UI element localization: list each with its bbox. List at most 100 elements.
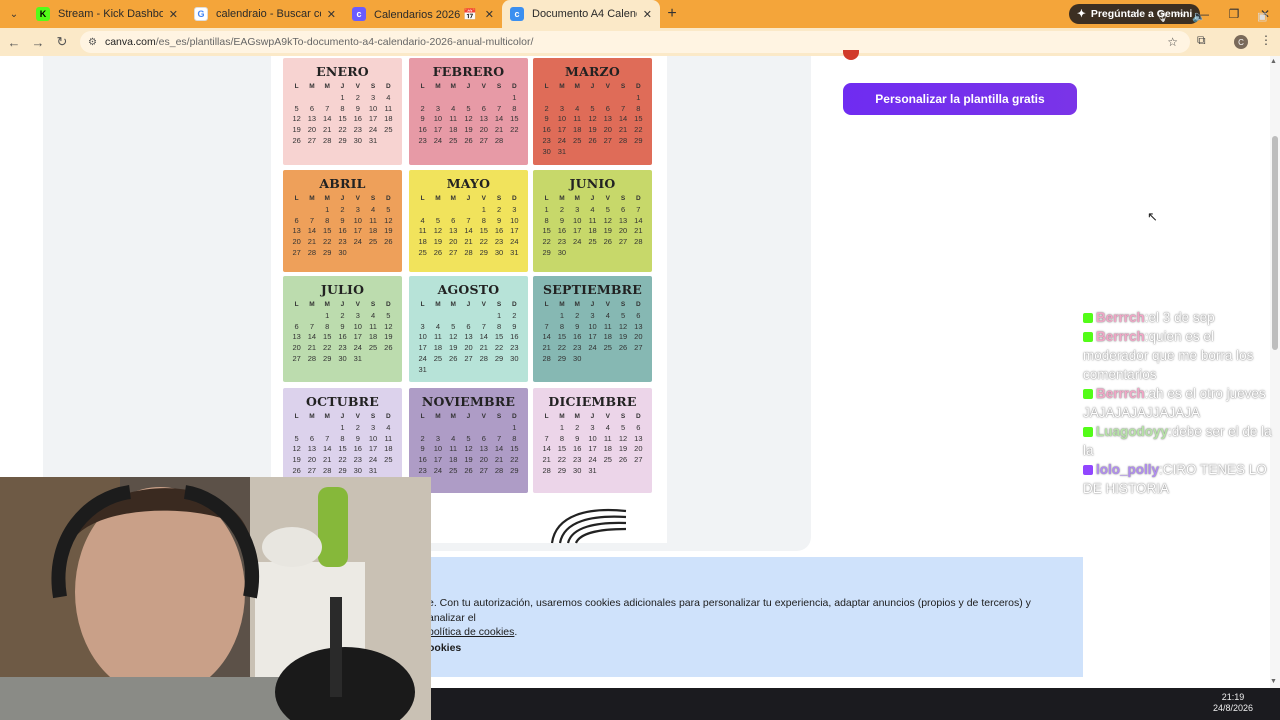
bookmark-star-icon[interactable]: ☆	[1167, 35, 1178, 49]
canva-favicon-icon: c	[352, 7, 366, 21]
close-tab-icon[interactable]: ✕	[169, 8, 178, 21]
close-tab-icon[interactable]: ✕	[485, 8, 494, 21]
scroll-up-arrow-icon[interactable]: ▲	[1270, 58, 1277, 65]
weekday-header: M	[559, 83, 565, 90]
day-cell: 14	[323, 444, 332, 454]
restore-button[interactable]: ❐	[1218, 0, 1250, 28]
tab-google-search[interactable]: G calendraio - Buscar con Google ✕	[186, 0, 344, 28]
day-cell: 26	[618, 343, 628, 353]
new-tab-button[interactable]: +	[660, 5, 684, 23]
weekday-header: L	[294, 413, 299, 420]
site-info-icon[interactable]: ⚙	[88, 37, 97, 48]
day-grid: L M M J V S D 1 2 3 4 5 6 7 8 9 10 11 12 13 14 15 16 17 18 19 20 21…	[283, 300, 402, 365]
day-cell: 9	[575, 433, 580, 443]
wifi-icon[interactable]: ◠	[1175, 0, 1185, 32]
back-button[interactable]: ←	[2, 30, 26, 54]
empty-day	[304, 93, 319, 104]
day-cell: 23	[353, 125, 362, 135]
scroll-down-arrow-icon[interactable]: ▼	[1270, 678, 1277, 685]
day-cell: 9	[575, 321, 580, 331]
day-cell: 24	[557, 135, 567, 145]
day-cell: 24	[510, 237, 519, 247]
day-cell: 5	[620, 310, 626, 320]
close-tab-icon[interactable]: ✕	[643, 8, 652, 21]
month-abril: ABRIL L M M J V S D 1 2 3 4 5 6 7 8 9 10 11 12 13 14 15 16 17 18 1…	[283, 170, 402, 272]
day-cell: 27	[479, 135, 488, 145]
day-cell: 7	[481, 321, 486, 331]
weekday-header: V	[481, 83, 486, 90]
customize-template-button[interactable]: Personalizar la plantilla gratis	[843, 83, 1077, 115]
day-cell: 12	[292, 444, 301, 454]
day-cell: 19	[384, 332, 393, 342]
empty-day	[430, 311, 445, 322]
tab-search-icon[interactable]: ⌄	[0, 0, 28, 28]
day-cell: 6	[294, 321, 299, 331]
day-cell: 13	[307, 444, 317, 454]
empty-day	[289, 93, 304, 104]
cookie-settings-button[interactable]: ookies	[428, 642, 461, 654]
day-cell: 27	[634, 343, 643, 353]
day-cell: 12	[603, 215, 612, 225]
day-cell: 8	[559, 433, 564, 443]
day-cell: 11	[449, 114, 458, 124]
weekday-header: S	[620, 413, 626, 420]
day-cell: 9	[355, 103, 360, 113]
menu-kebab-icon[interactable]: ⋮	[1260, 33, 1272, 47]
microphone-icon[interactable]: 🎙	[1155, 0, 1169, 32]
day-cell: 14	[542, 332, 551, 342]
tab-calendarios-zero[interactable]: c Calendarios 2026 📅 🌟 - Zero ✕	[344, 0, 502, 28]
forward-button[interactable]: →	[26, 30, 50, 54]
day-cell: 28	[323, 135, 332, 145]
taskbar-clock[interactable]: 21:19 24/8/2026	[1213, 692, 1253, 714]
show-hidden-icons-icon[interactable]: ⌃	[1132, 0, 1141, 32]
webcam-feed-image	[0, 477, 431, 720]
day-cell: 15	[634, 114, 643, 124]
day-cell: 20	[479, 455, 488, 465]
day-cell: 11	[369, 215, 377, 225]
day-cell: 2	[355, 422, 360, 432]
day-cell: 18	[603, 444, 612, 454]
close-tab-icon[interactable]: ✕	[327, 8, 336, 21]
day-cell: 11	[603, 321, 612, 331]
day-cell: 16	[510, 332, 519, 342]
day-cell: 14	[464, 226, 473, 236]
reload-button[interactable]: ↻	[50, 30, 74, 54]
tab-title: calendraio - Buscar con Google	[216, 8, 321, 20]
weekday-header: L	[420, 83, 425, 90]
day-cell: 29	[479, 247, 488, 257]
weekday-header: D	[385, 301, 391, 308]
day-cell: 16	[418, 125, 427, 135]
weekday-header: M	[450, 413, 456, 420]
day-cell: 28	[542, 465, 551, 475]
weekday-header: M	[574, 195, 580, 202]
empty-day	[539, 423, 554, 434]
tab-kick-dashboard[interactable]: K Stream - Kick Dashboard ✕	[28, 0, 186, 28]
day-cell: 19	[433, 237, 443, 247]
address-bar[interactable]: ⚙ canva.com/es_es/plantillas/EAGswpA9kTo…	[80, 31, 1190, 53]
day-cell: 9	[512, 321, 517, 331]
empty-day	[476, 93, 491, 104]
weekday-header: M	[324, 195, 330, 202]
day-cell: 30	[353, 135, 362, 145]
weekday-header: M	[574, 413, 580, 420]
day-cell: 15	[542, 226, 551, 236]
day-cell: 25	[603, 343, 612, 353]
notifications-icon[interactable]: ▣	[1257, 0, 1267, 32]
day-cell: 16	[573, 332, 582, 342]
stream-chat-overlay: Berrrch:el 3 de sep Berrrch:quien es el m…	[1083, 308, 1273, 498]
day-cell: 14	[307, 226, 317, 236]
day-cell: 19	[464, 125, 473, 135]
profile-avatar[interactable]: C	[1234, 35, 1248, 49]
volume-icon[interactable]: 🔈	[1192, 0, 1206, 32]
empty-day	[446, 93, 461, 104]
day-cell: 18	[418, 237, 427, 247]
weekday-header: V	[605, 301, 610, 308]
weekday-header: V	[481, 413, 486, 420]
day-cell: 22	[479, 237, 488, 247]
month-name: AGOSTO	[437, 282, 500, 297]
tab-documento-a4[interactable]: c Documento A4 Calendario 2026 ✕	[502, 0, 660, 28]
day-cell: 22	[323, 343, 332, 353]
cookie-policy-link[interactable]: política de cookies	[428, 626, 514, 638]
extensions-icon[interactable]: ⧉	[1197, 33, 1206, 48]
weekday-header: M	[324, 413, 330, 420]
